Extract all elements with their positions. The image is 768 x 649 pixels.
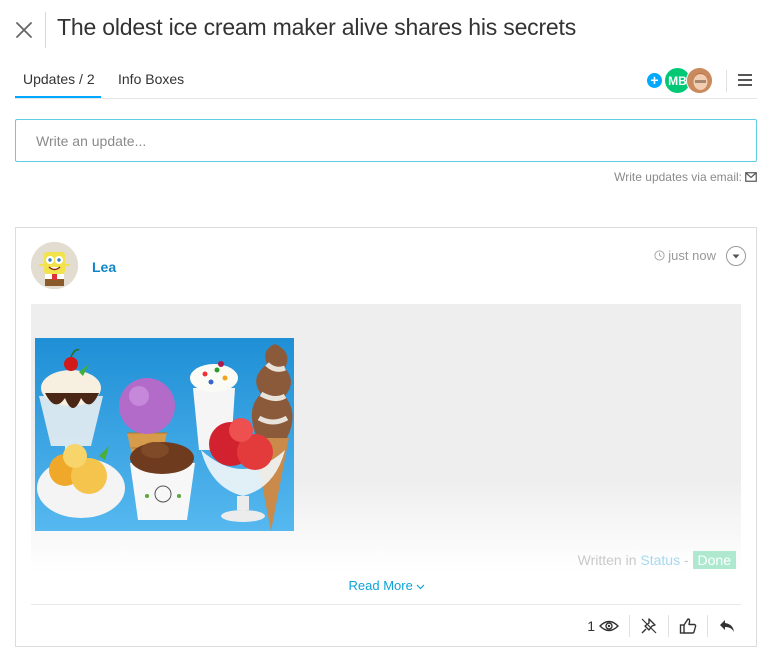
- header-divider: [726, 70, 727, 92]
- chevron-down-icon: [732, 254, 740, 259]
- post-body: Written in Status - Done: [31, 304, 741, 572]
- header-divider: [45, 12, 46, 48]
- clock-icon: [654, 250, 665, 261]
- update-input[interactable]: [15, 119, 757, 162]
- pin-button[interactable]: [630, 615, 668, 637]
- views-counter[interactable]: 1: [577, 615, 629, 637]
- author-avatar[interactable]: [31, 242, 78, 289]
- update-post: Lea just now Written in Status - Done Re…: [15, 227, 757, 647]
- views-count: 1: [587, 618, 595, 634]
- written-in-separator: -: [683, 552, 689, 568]
- post-timestamp: just now: [654, 248, 716, 263]
- post-footer-divider: [31, 604, 741, 605]
- item-header: The oldest ice cream maker alive shares …: [0, 0, 768, 60]
- reply-icon: [720, 620, 734, 632]
- ice-cream-image[interactable]: [35, 338, 294, 531]
- read-more-link[interactable]: Read More: [16, 578, 758, 593]
- subscribers: + MB: [647, 67, 717, 95]
- like-button[interactable]: [669, 615, 707, 637]
- tab-bar: Updates / 2 Info Boxes: [15, 60, 757, 99]
- chevron-down-icon: [417, 584, 425, 590]
- hamburger-menu-icon[interactable]: [737, 73, 753, 87]
- post-time-label: just now: [668, 248, 716, 263]
- email-updates-label: Write updates via email:: [614, 170, 742, 184]
- thumbs-up-icon: [679, 618, 697, 634]
- active-tab-indicator: [15, 96, 101, 98]
- tab-info-boxes[interactable]: Info Boxes: [118, 71, 184, 87]
- tab-updates[interactable]: Updates / 2: [23, 71, 95, 87]
- reply-button[interactable]: [708, 615, 746, 637]
- pin-icon: [641, 618, 657, 634]
- read-more-label: Read More: [348, 578, 413, 593]
- add-subscriber-icon[interactable]: +: [647, 73, 662, 88]
- close-icon[interactable]: [14, 20, 34, 40]
- written-in-column[interactable]: Status: [640, 552, 680, 568]
- status-badge: Done: [692, 551, 736, 569]
- written-in-prefix: Written in: [577, 552, 637, 568]
- avatar[interactable]: [686, 67, 713, 94]
- envelope-icon: [745, 172, 757, 182]
- email-updates-link[interactable]: Write updates via email:: [614, 170, 757, 184]
- page-title[interactable]: The oldest ice cream maker alive shares …: [57, 14, 576, 41]
- author-name[interactable]: Lea: [92, 259, 116, 275]
- post-menu-button[interactable]: [726, 246, 746, 266]
- eye-icon: [599, 620, 619, 632]
- post-actions: 1: [577, 613, 746, 639]
- written-in-note: Written in Status - Done: [578, 551, 736, 569]
